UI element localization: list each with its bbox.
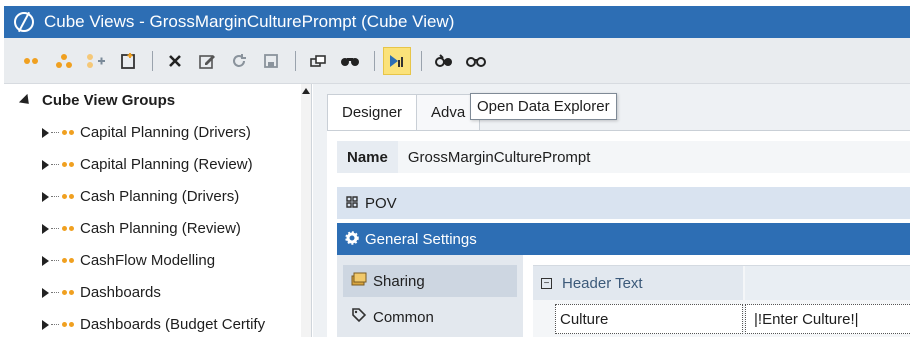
- toolbar-separator: [295, 50, 296, 71]
- pov-label: POV: [365, 194, 397, 212]
- tree-scrollbar[interactable]: [301, 84, 311, 337]
- property-name-cell[interactable]: Culture: [555, 304, 743, 334]
- expand-arrow-icon[interactable]: [42, 255, 49, 266]
- tree-item-label: Cash Planning (Review): [80, 220, 241, 237]
- tree-item[interactable]: Cash Planning (Review): [42, 220, 241, 237]
- toolbar-separator: [374, 50, 375, 71]
- pov-icon: [345, 195, 359, 212]
- side-tab-common[interactable]: Common: [343, 301, 517, 333]
- expand-arrow-icon[interactable]: [42, 159, 49, 170]
- open-data-explorer-icon[interactable]: [383, 46, 411, 75]
- group-label: Header Text: [562, 274, 643, 292]
- main-panel: Designer Adva Open Data Explorer Name Gr…: [313, 84, 910, 337]
- refresh-icon[interactable]: [225, 47, 253, 75]
- object-lookup-icon[interactable]: [430, 47, 458, 75]
- tree-item-label: Capital Planning (Review): [80, 156, 253, 173]
- tree-item-label: CashFlow Modelling: [80, 252, 216, 269]
- gear-icon: [345, 230, 359, 248]
- cube-view-group-icon: [62, 226, 74, 231]
- expand-arrow-icon[interactable]: [42, 191, 49, 202]
- cube-view-group-icon: [62, 162, 74, 167]
- collapse-toggle-icon[interactable]: −: [541, 277, 552, 289]
- property-grid: − Header Text Culture |!Enter Culture!|: [533, 265, 910, 337]
- window-title: Cube Views - GrossMarginCulturePrompt (C…: [44, 12, 455, 31]
- property-value-cell[interactable]: |!Enter Culture!|: [745, 304, 910, 334]
- tree-item[interactable]: Dashboards (Budget Certify: [42, 316, 265, 333]
- collapse-caret-icon[interactable]: [18, 93, 34, 108]
- tab-designer[interactable]: Designer: [327, 94, 418, 130]
- general-settings-label: General Settings: [365, 230, 477, 248]
- tree-root-label: Cube View Groups: [42, 92, 176, 109]
- grid-header-blank: [745, 266, 910, 300]
- add-dots-icon[interactable]: [82, 47, 110, 75]
- dots-icon[interactable]: [18, 47, 46, 75]
- sharing-icon: [351, 272, 367, 290]
- tree-item[interactable]: Cash Planning (Drivers): [42, 188, 239, 205]
- side-tab-label: Sharing: [373, 272, 425, 290]
- name-field[interactable]: GrossMarginCulturePrompt: [397, 141, 910, 173]
- tree-root[interactable]: Cube View Groups: [18, 92, 176, 109]
- tree-item-label: Dashboards (Budget Certify: [80, 316, 266, 333]
- designer-content: Name GrossMarginCulturePrompt POV Genera…: [327, 130, 910, 337]
- tree-item-label: Capital Planning (Drivers): [80, 124, 251, 141]
- search-binoculars-icon[interactable]: [336, 47, 364, 75]
- toolbar-separator: [152, 50, 153, 71]
- delete-icon[interactable]: [161, 47, 189, 75]
- cube-view-tree: Cube View Groups Capital Planning (Drive…: [4, 84, 312, 337]
- expand-arrow-icon[interactable]: [42, 319, 49, 330]
- tree-item[interactable]: Dashboards: [42, 284, 161, 301]
- expand-arrow-icon[interactable]: [42, 127, 49, 138]
- side-tab-label: Common: [373, 308, 434, 326]
- cube-view-group-icon: [62, 258, 74, 263]
- side-tab-sharing[interactable]: Sharing: [343, 265, 517, 297]
- pov-section-header[interactable]: POV: [337, 187, 910, 219]
- new-doc-icon[interactable]: [114, 47, 142, 75]
- tree-item-label: Dashboards: [80, 284, 161, 301]
- tree-item[interactable]: Capital Planning (Drivers): [42, 124, 251, 141]
- group-icon[interactable]: [50, 47, 78, 75]
- compare-icon[interactable]: [462, 47, 490, 75]
- save-icon[interactable]: [257, 47, 285, 75]
- tree-item[interactable]: Capital Planning (Review): [42, 156, 253, 173]
- cube-view-group-icon: [62, 322, 74, 327]
- tree-item-label: Cash Planning (Drivers): [80, 188, 240, 205]
- settings-side-tabs: Sharing Common: [337, 255, 523, 337]
- cube-view-group-icon: [62, 290, 74, 295]
- cube-view-group-icon: [62, 130, 74, 135]
- name-label: Name: [347, 148, 388, 166]
- editor-tabs: Designer Adva: [327, 94, 481, 130]
- expand-arrow-icon[interactable]: [42, 223, 49, 234]
- general-settings-header[interactable]: General Settings: [337, 223, 910, 255]
- title-bar: Cube Views - GrossMarginCulturePrompt (C…: [4, 6, 910, 38]
- expand-arrow-icon[interactable]: [42, 287, 49, 298]
- tooltip: Open Data Explorer: [470, 93, 617, 120]
- toolbar-separator: [421, 50, 422, 71]
- cube-view-group-icon: [62, 194, 74, 199]
- edit-icon[interactable]: [193, 47, 221, 75]
- copy-icon[interactable]: [304, 47, 332, 75]
- tree-item[interactable]: CashFlow Modelling: [42, 252, 215, 269]
- name-row: Name GrossMarginCulturePrompt: [337, 141, 910, 173]
- scroll-up-icon[interactable]: [302, 88, 310, 94]
- app-logo-icon: [14, 12, 34, 32]
- toolbar: [4, 38, 910, 84]
- tag-icon: [351, 307, 367, 327]
- header-text-group[interactable]: − Header Text: [533, 266, 743, 300]
